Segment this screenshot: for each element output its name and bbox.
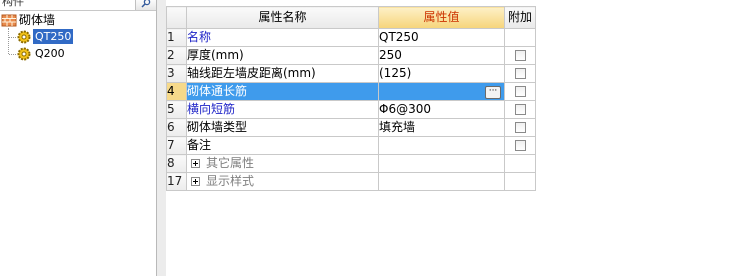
property-value[interactable]: [378, 136, 505, 155]
property-value: [378, 154, 505, 173]
grid-header-row: 属性名称 属性值 附加: [166, 6, 536, 29]
extra-cell: [504, 136, 536, 155]
property-grid: 属性名称 属性值 附加 1 名称 QT250 2 厚度(mm) 250 3 轴线…: [166, 6, 536, 191]
property-grid-panel: 属性名称 属性值 附加 1 名称 QT250 2 厚度(mm) 250 3 轴线…: [166, 0, 740, 276]
row-number: 8: [166, 154, 187, 173]
extra-cell: [504, 28, 536, 47]
property-row[interactable]: 7 备注: [166, 136, 536, 155]
extra-checkbox[interactable]: [514, 86, 526, 97]
property-group-row[interactable]: 17 显示样式: [166, 172, 536, 191]
extra-cell: [504, 64, 536, 83]
property-group-label: 其它属性: [206, 156, 255, 170]
row-number: 3: [166, 64, 187, 83]
row-number: 7: [166, 136, 187, 155]
property-row[interactable]: 2 厚度(mm) 250: [166, 46, 536, 65]
search-input[interactable]: 构件: [2, 0, 24, 8]
property-group-name: 显示样式: [186, 172, 379, 191]
property-row[interactable]: 1 名称 QT250: [166, 28, 536, 47]
gear-icon: [16, 29, 32, 45]
row-number: 2: [166, 46, 187, 65]
row-number: 17: [166, 172, 187, 191]
gear-icon: [16, 46, 32, 62]
extra-checkbox[interactable]: [514, 140, 526, 151]
row-number: 4: [166, 82, 187, 101]
extra-cell: [504, 100, 536, 119]
extra-checkbox[interactable]: [514, 68, 526, 79]
property-value[interactable]: QT250: [378, 28, 505, 47]
extra-cell: [504, 82, 536, 101]
search-bar: 构件: [0, 0, 156, 11]
tree-item-label: Q200: [35, 47, 65, 60]
expand-icon[interactable]: [191, 159, 200, 168]
tree-item-q200[interactable]: Q200: [0, 46, 156, 62]
property-row[interactable]: 6 砌体墙类型 填充墙: [166, 118, 536, 137]
property-group-label: 显示样式: [206, 174, 255, 188]
row-number-header: [166, 6, 187, 29]
extra-cell: [504, 46, 536, 65]
property-value[interactable]: 250: [378, 46, 505, 65]
property-group-name: 其它属性: [186, 154, 379, 173]
column-header-extra[interactable]: 附加: [504, 6, 536, 29]
property-value[interactable]: Φ6@300: [378, 100, 505, 119]
property-name: 砌体通长筋: [186, 82, 379, 101]
extra-cell: [504, 154, 536, 173]
property-value: [378, 172, 505, 191]
property-name: 砌体墙类型: [186, 118, 379, 137]
extra-checkbox[interactable]: [514, 104, 526, 115]
extra-checkbox[interactable]: [514, 122, 526, 133]
property-name: 轴线距左墙皮距离(mm): [186, 64, 379, 83]
row-number: 6: [166, 118, 187, 137]
property-row[interactable]: 5 横向短筋 Φ6@300: [166, 100, 536, 119]
property-row-selected[interactable]: 4 砌体通长筋 ···: [166, 82, 536, 101]
extra-checkbox[interactable]: [514, 50, 526, 61]
brick-wall-icon: [1, 12, 17, 28]
property-value[interactable]: 填充墙: [378, 118, 505, 137]
column-header-value[interactable]: 属性值: [378, 6, 505, 29]
expand-icon[interactable]: [191, 177, 200, 186]
tree-item-label: QT250: [33, 29, 74, 44]
ellipsis-button[interactable]: ···: [485, 86, 501, 99]
tree-node-root-label: 砌体墙: [19, 13, 56, 27]
extra-cell: [504, 172, 536, 191]
tree-node-root[interactable]: 砌体墙: [0, 12, 156, 28]
property-name: 名称: [186, 28, 379, 47]
column-header-name[interactable]: 属性名称: [186, 6, 379, 29]
property-name: 横向短筋: [186, 100, 379, 119]
extra-cell: [504, 118, 536, 137]
property-value[interactable]: ···: [378, 82, 505, 101]
property-name: 备注: [186, 136, 379, 155]
tree-item-qt250[interactable]: QT250: [0, 29, 156, 45]
row-number: 5: [166, 100, 187, 119]
search-icon: [141, 0, 151, 8]
panel-splitter[interactable]: [157, 0, 166, 276]
property-row[interactable]: 3 轴线距左墙皮距离(mm) (125): [166, 64, 536, 83]
component-tree-panel: 构件 砌体墙 QT250 Q200: [0, 0, 157, 276]
search-button[interactable]: [135, 0, 156, 10]
property-group-row[interactable]: 8 其它属性: [166, 154, 536, 173]
property-name: 厚度(mm): [186, 46, 379, 65]
row-number: 1: [166, 28, 187, 47]
property-value[interactable]: (125): [378, 64, 505, 83]
